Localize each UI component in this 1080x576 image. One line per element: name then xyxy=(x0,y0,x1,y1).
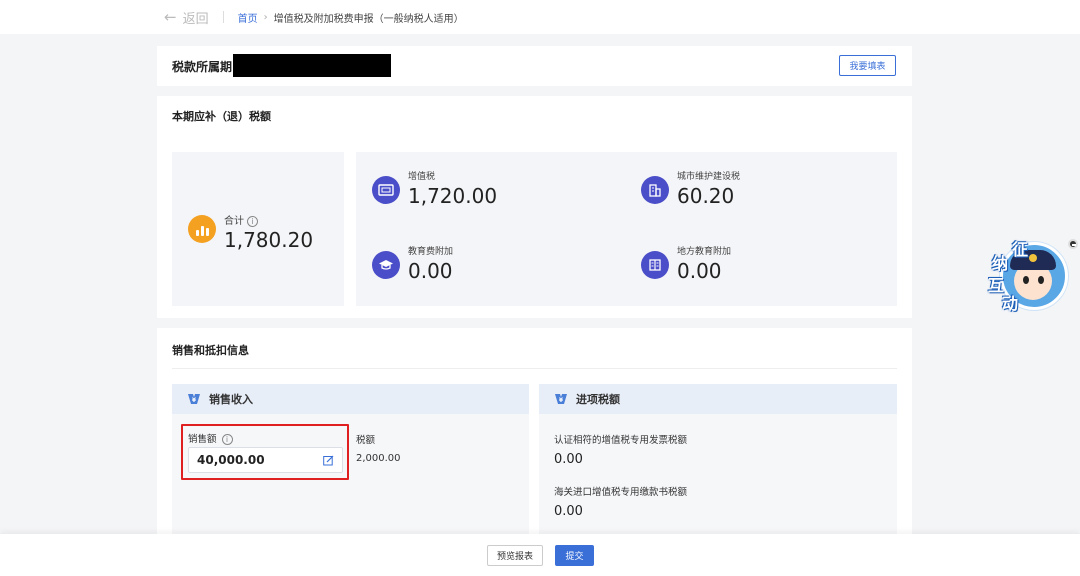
divider xyxy=(172,368,897,369)
building-icon xyxy=(641,176,669,204)
tax-item-label: 教育费附加 xyxy=(408,247,454,257)
sales-deduction-title: 销售和抵扣信息 xyxy=(172,344,249,357)
badge-icon xyxy=(1029,254,1037,262)
sales-deduction-card: 销售和抵扣信息 ¥ 销售收入 ¥ 进项税额 销售额 i 40,000.00 税额 … xyxy=(157,328,912,538)
back-button[interactable]: ← 返回 xyxy=(164,8,209,27)
input-tax-panel-header: ¥ 进项税额 xyxy=(539,384,897,414)
tax-item-value: 60.20 xyxy=(677,184,735,208)
mascot-char: 纳 xyxy=(992,254,1009,273)
tax-item-value: 0.00 xyxy=(408,259,453,283)
certified-invoice-tax-label: 认证相符的增值税专用发票税额 xyxy=(554,435,688,446)
mascot-char: 征 xyxy=(1012,240,1029,259)
tax-amount-label: 税额 xyxy=(356,435,376,446)
top-bar: ← 返回 首页 › 增值税及附加税费申报（一般纳税人适用） xyxy=(0,0,1080,34)
info-icon[interactable]: i xyxy=(247,216,258,227)
tax-item-label: 地方教育附加 xyxy=(677,247,732,257)
tax-item-label: 增值税 xyxy=(408,172,436,182)
fill-form-button[interactable]: 我要填表 xyxy=(839,55,896,76)
breadcrumb-separator: › xyxy=(263,11,268,23)
preview-report-button[interactable]: 预览报表 xyxy=(487,545,543,566)
submit-button[interactable]: 提交 xyxy=(555,545,594,566)
sales-panel-header: ¥ 销售收入 xyxy=(172,384,529,414)
breadcrumb-current: 增值税及附加税费申报（一般纳税人适用） xyxy=(273,13,464,25)
customs-import-tax-label: 海关进口增值税专用缴款书税额 xyxy=(554,487,688,498)
back-label: 返回 xyxy=(182,11,209,27)
book-icon xyxy=(641,251,669,279)
certified-invoice-tax-value: 0.00 xyxy=(554,452,583,467)
mascot-char: 动 xyxy=(1002,294,1019,313)
highlight-box xyxy=(181,424,349,480)
tax-item-label: 城市维护建设税 xyxy=(677,172,741,182)
eye-icon xyxy=(1023,276,1029,284)
customs-import-tax-value: 0.00 xyxy=(554,504,583,519)
tax-item-value: 1,720.00 xyxy=(408,184,498,208)
input-tax-icon: ¥ xyxy=(554,393,568,405)
sales-icon: ¥ xyxy=(187,393,201,405)
total-box: 合计 i 1,780.20 xyxy=(172,152,344,306)
tax-item-value: 0.00 xyxy=(677,259,722,283)
divider xyxy=(222,11,224,23)
bar-chart-icon xyxy=(188,215,216,243)
tax-interaction-mascot[interactable]: 征 纳 互 动 xyxy=(978,236,1070,318)
input-tax-panel-title: 进项税额 xyxy=(576,393,620,406)
tax-breakdown-box: 增值税 1,720.00 城市维护建设税 60.20 教育费附加 0.00 地方… xyxy=(356,152,897,306)
arrow-left-icon: ← xyxy=(164,8,177,26)
footer-bar: 预览报表 提交 xyxy=(0,534,1080,576)
tax-payable-title: 本期应补（退）税额 xyxy=(172,110,271,123)
tax-period-title: 税款所属期 xyxy=(172,60,233,74)
eye-icon xyxy=(1038,276,1044,284)
tax-amount-value: 2,000.00 xyxy=(356,453,401,464)
redacted-period xyxy=(233,54,391,77)
tax-period-card: 税款所属期 我要填表 xyxy=(157,46,912,86)
invoice-icon xyxy=(372,176,400,204)
tax-payable-card: 本期应补（退）税额 合计 i 1,780.20 增值税 1,720.00 城市维护… xyxy=(157,96,912,318)
breadcrumb-home[interactable]: 首页 xyxy=(238,10,258,25)
sales-panel-title: 销售收入 xyxy=(209,393,253,406)
total-label: 合计 i xyxy=(224,212,258,227)
graduation-cap-icon xyxy=(372,251,400,279)
total-value: 1,780.20 xyxy=(224,228,314,252)
